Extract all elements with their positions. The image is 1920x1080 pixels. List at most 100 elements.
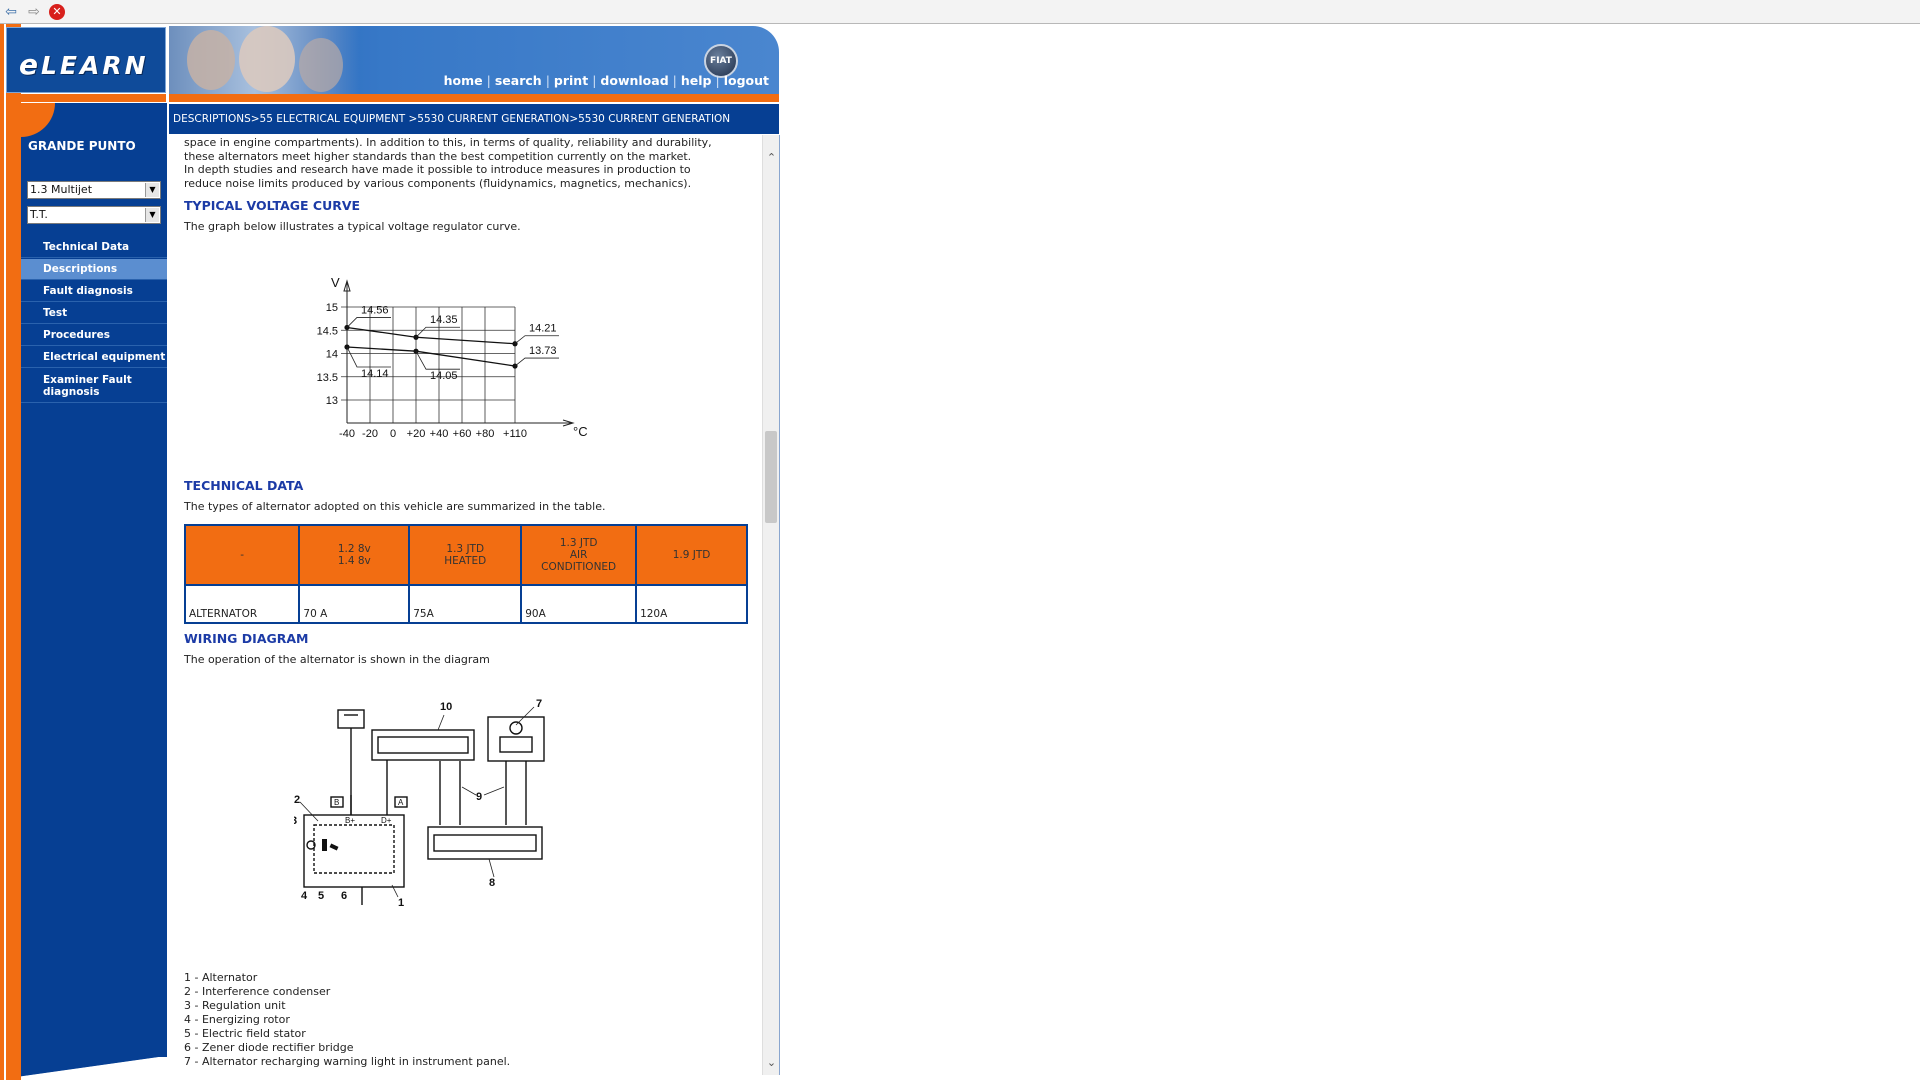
sidebar-item-examiner-fault-diagnosis[interactable]: Examiner Fault diagnosis bbox=[21, 369, 167, 403]
nav-search-link[interactable]: search bbox=[495, 73, 542, 88]
elearn-logo: eLEARN bbox=[6, 27, 166, 93]
chevron-down-icon[interactable]: ▼ bbox=[145, 208, 159, 222]
terminal-a-label: A bbox=[398, 798, 404, 807]
x-tick-label: -20 bbox=[362, 428, 378, 440]
voltage-curve-heading: TYPICAL VOLTAGE CURVE bbox=[184, 198, 361, 213]
voltage-curve-chart: -40 -20 0 +20 +40 +60 +80 +110 13 13.5 14 14.5 15 14… bbox=[317, 275, 588, 440]
series-line bbox=[346, 346, 516, 367]
nav-print-link[interactable]: print bbox=[554, 73, 588, 88]
scrollbar-thumb[interactable] bbox=[765, 431, 777, 523]
scroll-up-icon[interactable]: ⌃ bbox=[763, 149, 780, 166]
breadcrumb: DESCRIPTIONS>55 ELECTRICAL EQUIPMENT >55… bbox=[169, 104, 779, 134]
wiring-diagram-heading: WIRING DIAGRAM bbox=[184, 631, 309, 646]
y-tick-label: 15 bbox=[326, 302, 338, 314]
leader-line bbox=[437, 714, 445, 731]
terminal-bplus-label: B+ bbox=[345, 816, 355, 825]
instrument-panel bbox=[371, 729, 475, 761]
stator-symbol bbox=[322, 839, 327, 851]
browser-toolbar: ⇦ ⇨ ✕ bbox=[0, 0, 1920, 24]
x-tick-label: +80 bbox=[476, 428, 495, 440]
leader-line bbox=[483, 786, 505, 796]
intro-line: reduce noise limits produced by various … bbox=[184, 176, 692, 190]
lamp-holder bbox=[499, 736, 533, 753]
sidebar-item-technical-data[interactable]: Technical Data bbox=[21, 237, 167, 258]
top-navigation: home | search | print | download | help | logout bbox=[444, 73, 769, 88]
rail-divider bbox=[4, 24, 6, 1080]
nav-logout-link[interactable]: logout bbox=[724, 73, 769, 88]
logo-letters: LEARN bbox=[41, 51, 149, 80]
warning-lamp-icon bbox=[509, 721, 523, 735]
table-cell: 120A bbox=[635, 584, 748, 624]
sidebar-footer bbox=[21, 1057, 167, 1079]
intro-line: In depth studies and research have made … bbox=[184, 163, 691, 176]
data-label: 14.21 bbox=[529, 323, 557, 335]
component-legend: 1 - Alternator 2 - Interference condense… bbox=[184, 971, 510, 1069]
technical-data-heading: TECHNICAL DATA bbox=[184, 478, 304, 493]
nav-separator: | bbox=[545, 73, 550, 88]
wiring-diagram: B A B+ D+ 10 7 2 3 9 8 4 5 6 1 bbox=[294, 698, 545, 909]
x-tick-label: 0 bbox=[390, 428, 396, 440]
table-header-cell: 1.9 JTD bbox=[635, 524, 748, 586]
sidebar-item-procedures[interactable]: Procedures bbox=[21, 325, 167, 346]
nav-download-link[interactable]: download bbox=[600, 73, 668, 88]
arrow-right-icon[interactable]: ⇨ bbox=[25, 3, 43, 21]
sidebar: GRANDE PUNTO 1.3 Multijet ▼ T.T. ▼ Techn… bbox=[21, 103, 167, 1079]
sidebar-item-descriptions[interactable]: Descriptions bbox=[21, 259, 167, 280]
nav-help-link[interactable]: help bbox=[681, 73, 712, 88]
legend-item: 6 - Zener diode rectifier bridge bbox=[184, 1041, 354, 1054]
instrument-display bbox=[377, 736, 469, 754]
body-computer bbox=[427, 826, 543, 860]
data-point bbox=[413, 348, 419, 354]
wiring-diagram-text: The operation of the alternator is shown… bbox=[184, 653, 490, 666]
y-tick-label: 14.5 bbox=[317, 325, 338, 337]
diagram-label-4: 4 bbox=[301, 890, 308, 902]
y-tick-label: 14 bbox=[326, 349, 338, 361]
scroll-down-icon[interactable]: ⌄ bbox=[763, 1054, 780, 1071]
model-title: GRANDE PUNTO bbox=[28, 139, 136, 153]
data-label-leader bbox=[346, 346, 391, 368]
data-label-leader bbox=[346, 317, 391, 328]
sidebar-item-test[interactable]: Test bbox=[21, 303, 167, 324]
diagram-label-9: 9 bbox=[476, 791, 482, 803]
content-area: space in engine compartments). In additi… bbox=[169, 135, 762, 1080]
person-photo bbox=[187, 30, 235, 90]
nav-home-link[interactable]: home bbox=[444, 73, 483, 88]
diagram-label-5: 5 bbox=[318, 890, 324, 902]
chart-axes: -40 -20 0 +20 +40 +60 +80 +110 13 13.5 14 14.5 15 bbox=[317, 279, 575, 440]
table-header-cell: 1.3 JTD HEATED bbox=[408, 524, 523, 586]
version-select[interactable]: T.T. ▼ bbox=[27, 206, 161, 224]
table-row: ALTERNATOR 70 A 75A 90A 120A bbox=[183, 584, 748, 624]
close-icon[interactable]: ✕ bbox=[49, 4, 65, 20]
data-label: 14.14 bbox=[361, 368, 389, 380]
intro-text: space in engine compartments). In additi… bbox=[184, 136, 754, 190]
voltage-curve-text: The graph below illustrates a typical vo… bbox=[184, 220, 521, 233]
nav-separator: | bbox=[715, 73, 720, 88]
logo-letter-e: e bbox=[19, 48, 41, 81]
vertical-scrollbar[interactable]: ⌃ ⌄ bbox=[762, 135, 780, 1075]
table-header-cell: 1.2 8v 1.4 8v bbox=[298, 524, 411, 586]
engine-select[interactable]: 1.3 Multijet ▼ bbox=[27, 181, 161, 199]
nav-separator: | bbox=[592, 73, 597, 88]
sidebar-item-electrical-equipment[interactable]: Electrical equipment bbox=[21, 347, 167, 368]
warning-light-module bbox=[487, 716, 545, 762]
legend-item: 1 - Alternator bbox=[184, 971, 258, 984]
chevron-down-icon[interactable]: ▼ bbox=[145, 183, 159, 197]
sidebar-item-fault-diagnosis[interactable]: Fault diagnosis bbox=[21, 281, 167, 302]
data-label: 14.56 bbox=[361, 304, 389, 316]
version-select-value: T.T. bbox=[30, 208, 48, 221]
legend-item: 3 - Regulation unit bbox=[184, 999, 286, 1012]
diagram-label-6: 6 bbox=[341, 890, 347, 902]
x-tick-label: +40 bbox=[430, 428, 449, 440]
alternator-body bbox=[303, 814, 405, 888]
sidebar-corner bbox=[21, 103, 167, 137]
terminal-dplus-label: D+ bbox=[381, 816, 392, 825]
table-cell: 90A bbox=[520, 584, 638, 624]
x-tick-label: +60 bbox=[453, 428, 472, 440]
leader-line bbox=[515, 706, 535, 726]
table-cell: 70 A bbox=[298, 584, 411, 624]
chart-grid bbox=[341, 306, 516, 423]
arrow-left-icon[interactable]: ⇦ bbox=[2, 3, 20, 21]
table-cell: 75A bbox=[408, 584, 523, 624]
diagram-label-7: 7 bbox=[536, 698, 542, 710]
legend-item: 2 - Interference condenser bbox=[184, 985, 331, 998]
